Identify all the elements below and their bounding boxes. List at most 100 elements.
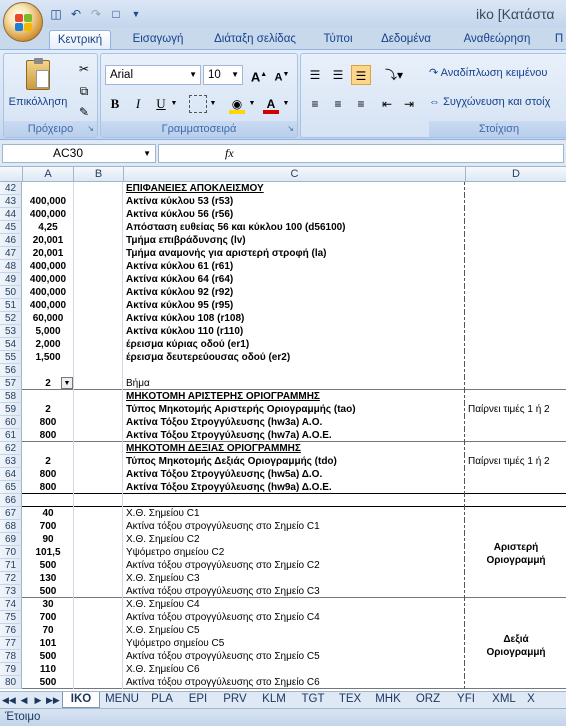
row-header[interactable]: 66 [0, 494, 22, 507]
cell-c[interactable]: Ακτίνα τόξου στρογγύλευσης στο Σημείο C4 [124, 611, 465, 624]
cell-b[interactable] [74, 585, 123, 598]
cell-d[interactable] [466, 286, 566, 299]
cell-b[interactable] [74, 390, 123, 403]
cell-d[interactable] [466, 221, 566, 234]
row-header[interactable]: 61 [0, 429, 22, 442]
cell-a[interactable]: 500 [23, 650, 74, 663]
cell-c[interactable]: ΕΠΙΦΑΝΕΙΕΣ ΑΠΟΚΛΕΙΣΜΟΥ [124, 182, 465, 195]
row-header[interactable]: 43 [0, 195, 22, 208]
row-header[interactable]: 76 [0, 624, 22, 637]
cell-c[interactable]: Τύπος Μηκοτομής Αριστερής Οριογραμμής (t… [124, 403, 465, 416]
copy-icon[interactable]: ⧉ [74, 81, 94, 101]
borders-icon[interactable] [189, 95, 207, 113]
cell-c[interactable]: Τμήμα επιβράδυνσης (lv) [124, 234, 465, 247]
cell-b[interactable] [74, 598, 123, 611]
tab-data[interactable]: Δεδομένα [372, 30, 440, 50]
tab-page-layout[interactable]: Διάταξη σελίδας [205, 30, 305, 50]
office-button[interactable] [3, 2, 43, 42]
format-painter-icon[interactable]: ✎ [74, 102, 94, 122]
cell-d[interactable] [466, 468, 566, 481]
cell-d[interactable] [466, 676, 566, 689]
cell-b[interactable] [74, 351, 123, 364]
sheet-tab-epi[interactable]: EPI [180, 692, 216, 708]
cell-d[interactable] [466, 494, 566, 507]
cell-c[interactable]: Ακτίνα Τόξου Στρογγύλευσης (hw5a) Δ.Ο. [124, 468, 465, 481]
cell-b[interactable] [74, 494, 123, 507]
italic-button[interactable]: I [128, 94, 148, 114]
cell-d[interactable] [466, 208, 566, 221]
cell-b[interactable] [74, 364, 123, 377]
cell-c[interactable]: Χ.Θ. Σημείου C5 [124, 624, 465, 637]
shrink-font-icon[interactable]: A▼ [272, 65, 292, 85]
undo-icon[interactable]: ↶ [68, 6, 84, 22]
cell-d[interactable] [466, 182, 566, 195]
cell-d[interactable] [466, 260, 566, 273]
row-header[interactable]: 56 [0, 364, 22, 377]
decrease-indent-icon[interactable]: ⇤ [377, 94, 397, 114]
cell-a[interactable] [23, 442, 74, 455]
row-header[interactable]: 50 [0, 286, 22, 299]
cell-d[interactable] [466, 364, 566, 377]
cell-d[interactable] [466, 195, 566, 208]
cell-c[interactable]: Τύπος Μηκοτομής Δεξιάς Οριογραμμής (tdo) [124, 455, 465, 468]
row-header[interactable]: 42 [0, 182, 22, 195]
cell-b[interactable] [74, 611, 123, 624]
row-header[interactable]: 46 [0, 234, 22, 247]
row-header[interactable]: 62 [0, 442, 22, 455]
row-header[interactable]: 60 [0, 416, 22, 429]
cell-a[interactable]: 90 [23, 533, 74, 546]
orientation-icon[interactable]: ⤵▾ [379, 65, 409, 85]
cell-c[interactable]: έρεισμα κύριας οδού (er1) [124, 338, 465, 351]
formula-input[interactable]: fx [158, 144, 564, 163]
align-left-icon[interactable]: ≡ [305, 94, 325, 114]
cell-b[interactable] [74, 325, 123, 338]
column-header-c[interactable]: C [124, 167, 466, 182]
align-middle-icon[interactable]: ☰ [328, 65, 348, 85]
cell-b[interactable] [74, 234, 123, 247]
row-header[interactable]: 64 [0, 468, 22, 481]
sheet-tab-pla[interactable]: PLA [144, 692, 180, 708]
cell-b[interactable] [74, 208, 123, 221]
cell-b[interactable] [74, 624, 123, 637]
cell-a[interactable]: 400,000 [23, 195, 74, 208]
cell-d[interactable] [466, 520, 566, 533]
cell-a[interactable]: 4,25 [23, 221, 74, 234]
cell-b[interactable] [74, 182, 123, 195]
prev-sheet-icon[interactable]: ◀ [18, 693, 30, 707]
cell-d[interactable] [466, 390, 566, 403]
cell-b[interactable] [74, 533, 123, 546]
sheet-tab-prv[interactable]: PRV [216, 692, 254, 708]
first-sheet-icon[interactable]: ◀◀ [2, 693, 16, 707]
cell-a[interactable]: 20,001 [23, 247, 74, 260]
cell-c[interactable]: Ακτίνα κύκλου 56 (r56) [124, 208, 465, 221]
cell-b[interactable] [74, 507, 123, 520]
cell-c[interactable]: Ακτίνα κύκλου 110 (r110) [124, 325, 465, 338]
cell-a[interactable] [23, 494, 74, 507]
cell-c[interactable]: ΜΗΚΟΤΟΜΗ ΑΡΙΣΤΕΡΗΣ ΟΡΙΟΓΡΑΜΜΗΣ [124, 390, 465, 403]
column-header-b[interactable]: B [74, 167, 124, 182]
cell-b[interactable] [74, 273, 123, 286]
fill-color-icon[interactable]: ◉ [227, 94, 247, 114]
cell-b[interactable] [74, 442, 123, 455]
cell-c[interactable]: ΜΗΚΟΤΟΜΗ ΔΕΞΙΑΣ ΟΡΙΟΓΡΑΜΜΗΣ [124, 442, 465, 455]
cell-b[interactable] [74, 338, 123, 351]
cut-icon[interactable]: ✂ [74, 59, 94, 79]
cell-c[interactable] [124, 364, 465, 377]
cell-a[interactable]: 400,000 [23, 260, 74, 273]
cell-d[interactable] [466, 273, 566, 286]
print-preview-icon[interactable]: □ [108, 6, 124, 22]
row-header[interactable]: 55 [0, 351, 22, 364]
cell-b[interactable] [74, 429, 123, 442]
cell-b[interactable] [74, 195, 123, 208]
row-header[interactable]: 68 [0, 520, 22, 533]
row-header[interactable]: 54 [0, 338, 22, 351]
cell-b[interactable] [74, 468, 123, 481]
sheet-tab-tgt[interactable]: TGT [294, 692, 332, 708]
cell-a[interactable]: 400,000 [23, 273, 74, 286]
cell-d[interactable]: Παίρνει τιμές 1 ή 2 [466, 403, 566, 416]
cell-c[interactable] [124, 494, 465, 507]
sheet-tab-x[interactable]: X [524, 692, 538, 708]
row-header[interactable]: 44 [0, 208, 22, 221]
row-header[interactable]: 48 [0, 260, 22, 273]
cell-d[interactable] [466, 507, 566, 520]
